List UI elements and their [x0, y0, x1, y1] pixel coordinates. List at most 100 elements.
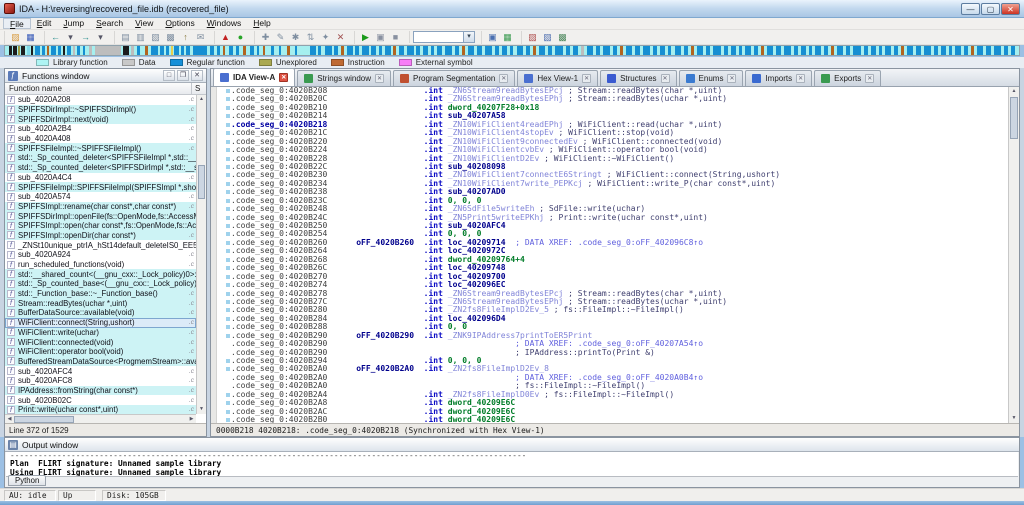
- tab-program-segmentation[interactable]: Program Segmentation ✕: [393, 70, 516, 86]
- scroll-up-icon[interactable]: ▲: [197, 95, 206, 104]
- segment-column-header[interactable]: S: [192, 83, 206, 94]
- minimize-button[interactable]: —: [961, 2, 980, 15]
- tab-close-icon[interactable]: ✕: [499, 74, 509, 83]
- function-row[interactable]: f Stream::readBytes(uchar *,uint) .c: [5, 298, 196, 309]
- menu-file[interactable]: File: [3, 18, 31, 29]
- function-row[interactable]: f std::_Sp_counted_deleter<SPIFFSDirImpl …: [5, 162, 196, 173]
- function-row[interactable]: f WiFiClient::connected(void) .c: [5, 337, 196, 347]
- function-row[interactable]: f std::_Sp_counted_deleter<SPIFFSFileImpl…: [5, 153, 196, 163]
- start-process-icon[interactable]: ▶: [358, 31, 373, 44]
- functions-scrollbar-thumb[interactable]: [198, 165, 205, 199]
- menu-options[interactable]: Options: [159, 18, 200, 29]
- tab-structures[interactable]: Structures ✕: [600, 70, 677, 86]
- function-row[interactable]: f SPIFFSFileImpl::~SPIFFSFileImpl() .c: [5, 143, 196, 154]
- function-row[interactable]: f WiFiClient::write(uchar) .c: [5, 327, 196, 338]
- function-row[interactable]: f sub_4020A2B4 .c: [5, 124, 196, 134]
- tab-close-icon[interactable]: ✕: [865, 74, 875, 83]
- tab-close-icon[interactable]: ✕: [796, 74, 806, 83]
- print-icon[interactable]: ▩: [163, 31, 178, 44]
- function-row[interactable]: f std::_Function_base::~_Function_base().…: [5, 288, 196, 299]
- delete-icon[interactable]: ✕: [333, 31, 348, 44]
- output-window-titlebar[interactable]: ▤ Output window: [5, 438, 1019, 452]
- function-row[interactable]: f sub_4020A574 .c: [5, 192, 196, 202]
- scroll-right-icon[interactable]: ▶: [187, 416, 196, 422]
- ida-view-icon[interactable]: ▲: [218, 31, 233, 44]
- copy-data-icon[interactable]: ▥: [133, 31, 148, 44]
- tab-hex-view-1[interactable]: Hex View-1 ✕: [517, 70, 599, 86]
- colors-icon[interactable]: ●: [233, 31, 248, 44]
- window-list-icon[interactable]: ▣: [485, 31, 500, 44]
- tab-close-icon[interactable]: ✕: [279, 73, 289, 82]
- copy-names-icon[interactable]: ▤: [118, 31, 133, 44]
- tab-enums[interactable]: Enums ✕: [678, 70, 744, 86]
- function-row[interactable]: f _ZNSt10unique_ptrIA_hSt14default_delete…: [5, 240, 196, 250]
- function-row[interactable]: f SPIFFSImpl::rename(char const*,char con…: [5, 201, 196, 212]
- menu-jump[interactable]: Jump: [57, 18, 90, 29]
- pause-process-icon[interactable]: ▣: [373, 31, 388, 44]
- copy-all-icon[interactable]: ▧: [148, 31, 163, 44]
- goto-icon[interactable]: ✱: [288, 31, 303, 44]
- disassembly-scrollbar-thumb[interactable]: [1010, 97, 1018, 139]
- menu-view[interactable]: View: [129, 18, 159, 29]
- scroll-left-icon[interactable]: ◀: [5, 416, 14, 422]
- function-row[interactable]: f run_scheduled_functions(void) .c: [5, 260, 196, 270]
- function-row[interactable]: f WiFiClient::connect(String,ushort) .c: [5, 317, 196, 328]
- attach-icon[interactable]: ✦: [318, 31, 333, 44]
- watch-icon[interactable]: ▨: [525, 31, 540, 44]
- close-button[interactable]: ✕: [1001, 2, 1020, 15]
- disassembly-vertical-scrollbar[interactable]: ▲ ▼: [1008, 87, 1019, 423]
- forward-icon[interactable]: →: [78, 31, 93, 44]
- menu-windows[interactable]: Windows: [201, 18, 248, 29]
- back-dropdown-icon[interactable]: ▾: [63, 31, 78, 44]
- function-row[interactable]: f sub_4020A208 .c: [5, 95, 196, 105]
- edit-icon[interactable]: ✎: [273, 31, 288, 44]
- function-row[interactable]: f SPIFFSDirImpl::openFile(fs::OpenMode,fs…: [5, 211, 196, 221]
- new-window-icon[interactable]: ✚: [258, 31, 273, 44]
- tab-close-icon[interactable]: ✕: [582, 74, 592, 83]
- function-row[interactable]: f SPIFFSDirImpl::next(void) .c: [5, 114, 196, 125]
- function-row[interactable]: f IPAddress::fromString(char const*) .c: [5, 385, 196, 396]
- menu-edit[interactable]: Edit: [31, 18, 58, 29]
- function-row[interactable]: f SPIFFSImpl::openDir(char const*) .c: [5, 230, 196, 241]
- functions-vertical-scrollbar[interactable]: ▲ ▼: [196, 95, 206, 414]
- function-row[interactable]: f sub_4020A924 .c: [5, 250, 196, 260]
- function-row[interactable]: f sub_4020B02C .c: [5, 395, 196, 405]
- tab-exports[interactable]: Exports ✕: [814, 70, 882, 86]
- tab-strings-window[interactable]: Strings window ✕: [297, 70, 392, 86]
- functions-hscrollbar-thumb[interactable]: [14, 415, 74, 423]
- save-desktop-icon[interactable]: ▦: [500, 31, 515, 44]
- tab-imports[interactable]: Imports ✕: [745, 70, 813, 86]
- mail-icon[interactable]: ✉: [193, 31, 208, 44]
- scroll-down-icon[interactable]: ▼: [197, 405, 206, 414]
- maximize-button[interactable]: ▢: [981, 2, 1000, 15]
- swap-icon[interactable]: ⇅: [303, 31, 318, 44]
- function-row[interactable]: f std::_Sp_counted_base<(__gnu_cxx::_Lock…: [5, 279, 196, 289]
- function-row[interactable]: f SPIFFSImpl::open(char const*,fs::OpenMo…: [5, 220, 196, 231]
- function-row[interactable]: f BufferedStreamDataSource<ProgmemStream>…: [5, 356, 196, 367]
- disassembly-line[interactable]: .code_seg_0:4020B2B0 .int dword_40209E6C: [218, 415, 1008, 423]
- menu-help[interactable]: Help: [247, 18, 276, 29]
- function-row[interactable]: f sub_4020A4C4 .c: [5, 173, 196, 183]
- float-panel-button[interactable]: ❐: [177, 70, 189, 81]
- combobox-dropdown-icon[interactable]: ▾: [463, 32, 474, 42]
- up-icon[interactable]: ↑: [178, 31, 193, 44]
- tab-close-icon[interactable]: ✕: [660, 74, 670, 83]
- back-icon[interactable]: ←: [48, 31, 63, 44]
- function-row[interactable]: f sub_4020AFC8 .c: [5, 376, 196, 386]
- tab-close-icon[interactable]: ✕: [727, 74, 737, 83]
- function-row[interactable]: f std::__shared_count<(__gnu_cxx::_Lock_p…: [5, 269, 196, 280]
- tab-close-icon[interactable]: ✕: [375, 74, 385, 83]
- function-row[interactable]: f sub_4020A408 .c: [5, 134, 196, 144]
- functions-horizontal-scrollbar[interactable]: ◀ ▶: [5, 414, 196, 423]
- save-icon[interactable]: ▦: [23, 31, 38, 44]
- trace-icon[interactable]: ▧: [540, 31, 555, 44]
- function-row[interactable]: f WiFiClient::operator bool(void) .c: [5, 346, 196, 357]
- function-row[interactable]: f Print::write(uchar const*,uint) .c: [5, 405, 196, 414]
- python-button[interactable]: Python: [8, 475, 47, 486]
- open-file-icon[interactable]: ▨: [8, 31, 23, 44]
- stop-process-icon[interactable]: ■: [388, 31, 403, 44]
- close-panel-button[interactable]: ✕: [191, 70, 203, 81]
- scroll-down-icon[interactable]: ▼: [1009, 414, 1019, 423]
- functions-window-titlebar[interactable]: ƒ Functions window □ ❐ ✕: [5, 69, 206, 83]
- functions-header-row[interactable]: Function name S: [5, 83, 206, 95]
